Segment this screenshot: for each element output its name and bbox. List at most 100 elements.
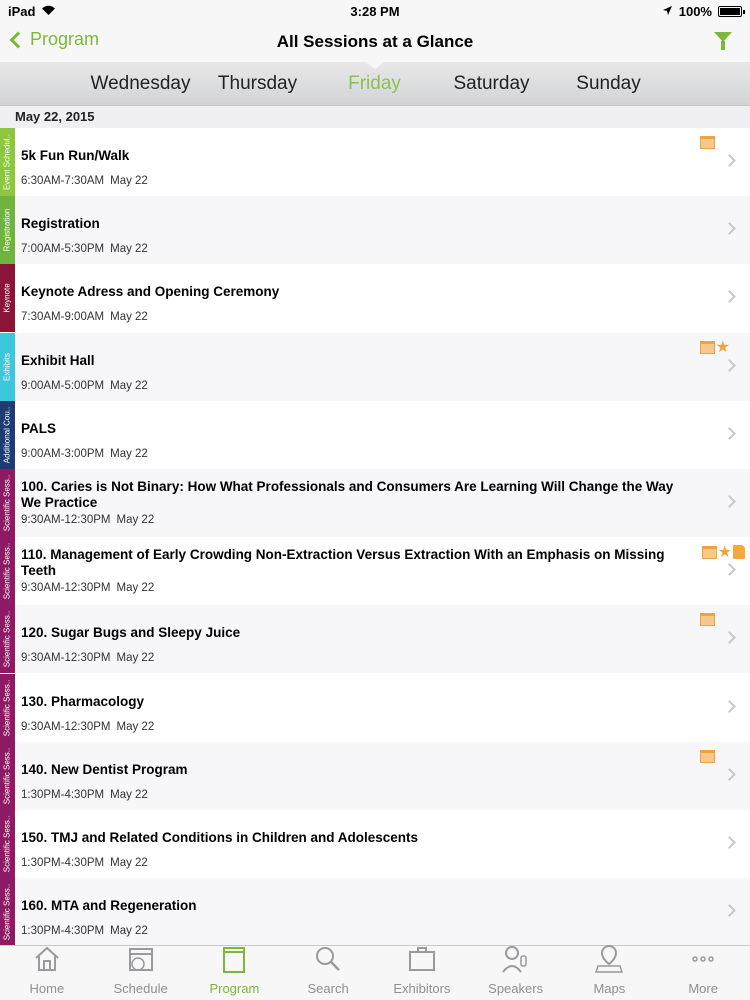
session-row[interactable]: Scientific Sess.. 120. Sugar Bugs and Sle… [0,605,750,674]
tab-label: Maps [593,981,626,996]
session-time: 9:30AM-12:30PM May 22 [21,514,154,526]
category-strip: Scientific Sess.. [0,878,15,945]
session-row[interactable]: Additional Cou.. PALS 9:00AM-3:00PM May 22 [0,400,750,469]
calendar-icon [700,613,715,627]
tab-home[interactable]: Home [0,946,94,1000]
time-range: 9:30AM-12:30PM [21,514,111,526]
date-section-header: May 22, 2015 [0,106,750,128]
category-strip: Registration [0,196,15,265]
session-time: 9:30AM-12:30PM May 22 [21,652,154,664]
time-range: 9:00AM-5:00PM [21,379,105,392]
session-time: 1:30PM-4:30PM May 22 [21,925,148,937]
session-badges [700,749,715,763]
calendar-icon [700,136,715,149]
chevron-right-icon [723,836,736,849]
chevron-right-icon [723,154,736,167]
session-title: 140. New Dentist Program [21,761,188,777]
time-range: 7:30AM-9:00AM [21,311,105,324]
tab-day-friday[interactable]: Friday [316,73,433,95]
tab-schedule[interactable]: Schedule [94,946,188,1000]
session-row[interactable]: Scientific Sess.. 150. TMJ and Related Co… [0,810,750,878]
category-label: Scientific Sess.. [2,679,12,736]
chevron-right-icon [723,699,736,713]
tab-day-saturday[interactable]: Saturday [433,73,550,95]
location-icon [662,4,673,19]
back-button[interactable]: Program [8,29,99,50]
microphone-icon [499,942,533,981]
chevron-left-icon [9,31,27,48]
tab-exhibitors[interactable]: Exhibitors [375,946,469,1000]
session-row[interactable]: Scientific Sess.. 160. MTA and Regenerati… [0,878,750,945]
tab-maps[interactable]: Maps [563,944,657,1000]
note-icon [733,545,745,560]
session-row[interactable]: Keynote Keynote Adress and Opening Ceremo… [0,264,750,333]
navigation-bar: Program All Sessions at a Glance [0,22,750,62]
session-date: May 22 [116,582,155,595]
tab-speakers[interactable]: Speakers [469,946,563,1000]
session-time: 7:00AM-5:30PM May 22 [21,243,148,255]
category-strip: Scientific Sess.. [0,469,15,537]
tab-day-thursday[interactable]: Thursday [199,73,316,95]
battery-percent: 100% [678,3,712,19]
session-time: 9:30AM-12:30PM May 22 [21,721,154,733]
session-row[interactable]: Scientific Sess.. 100. Caries is Not Bina… [0,469,750,537]
session-badges [700,613,715,627]
category-label: Scientific Sess.. [2,611,12,668]
session-row[interactable]: Scientific Sess.. 140. New Dentist Progra… [0,741,750,810]
session-list[interactable]: Event Schedul.. 5k Fun Run/Walk 6:30AM-7:3… [0,128,750,945]
session-row[interactable]: Scientific Sess.. 130. Pharmacology 9:30AM… [0,673,750,742]
category-label: Scientific Sess.. [2,474,12,532]
category-strip: Scientific Sess.. [0,673,15,742]
tab-program[interactable]: Program [188,946,282,1000]
category-label: Scientific Sess.. [2,542,12,600]
session-row[interactable]: Exhibits Exhibit Hall 9:00AM-5:00PM May 22 ★ [0,332,750,401]
tab-search[interactable]: Search [281,946,375,1000]
category-label: Registration [2,208,12,252]
tab-label: Program [209,981,260,996]
time-range: 9:30AM-12:30PM [21,582,111,595]
category-strip: Scientific Sess.. [0,537,15,606]
page-title: All Sessions at a Glance [276,32,474,51]
status-bar: iPad 3:28 PM 100% [0,0,750,22]
tab-day-sunday[interactable]: Sunday [550,73,667,95]
back-label: Program [30,29,100,49]
time-range: 1:30PM-4:30PM [21,788,105,801]
session-time: 9:30AM-12:30PM May 22 [21,582,154,594]
session-row[interactable]: Registration Registration 7:00AM-5:30PM May… [0,196,750,265]
more-icon [686,942,720,981]
session-title: 130. Pharmacology [21,693,145,709]
tab-more[interactable]: More [656,946,750,1000]
chevron-right-icon [723,904,736,918]
tab-label: Schedule [113,981,168,996]
tab-bar: Home Schedule Program Search Exhibitors Speak… [0,944,750,1000]
category-label: Scientific Sess.. [2,815,12,873]
chevron-right-icon [723,222,736,236]
session-title: Exhibit Hall [21,352,95,368]
book-icon [217,942,251,981]
session-date: May 22 [110,857,148,869]
briefcase-icon [405,942,439,981]
time-range: 7:00AM-5:30PM [21,243,105,256]
session-badges: ★ [701,544,745,560]
session-badges: ★ [699,339,730,355]
chevron-right-icon [723,358,736,372]
category-label: Event Schedul.. [2,133,12,191]
session-time: 7:30AM-9:00AM May 22 [21,311,148,323]
tab-day-wednesday[interactable]: Wednesday [82,73,199,95]
time-range: 6:30AM-7:30AM [21,175,105,187]
session-title: 160. MTA and Regeneration [21,898,197,914]
tab-label: Speakers [488,981,544,996]
session-title: 5k Fun Run/Walk [21,148,130,163]
clock: 3:28 PM [350,3,400,19]
session-time: 9:00AM-5:00PM May 22 [21,380,148,392]
calendar-icon [700,749,715,763]
session-row[interactable]: Event Schedul.. 5k Fun Run/Walk 6:30AM-7:3… [0,128,750,196]
session-title: 150. TMJ and Related Conditions in Child… [21,830,419,845]
session-row[interactable]: Scientific Sess.. 110. Management of Earl… [0,537,750,606]
filter-icon[interactable] [714,32,732,50]
category-label: Additional Cou.. [2,406,12,464]
session-time: 6:30AM-7:30AM May 22 [21,175,148,187]
device-name: iPad [8,3,36,19]
category-strip: Scientific Sess.. [0,810,15,878]
category-strip: Event Schedul.. [0,128,15,196]
